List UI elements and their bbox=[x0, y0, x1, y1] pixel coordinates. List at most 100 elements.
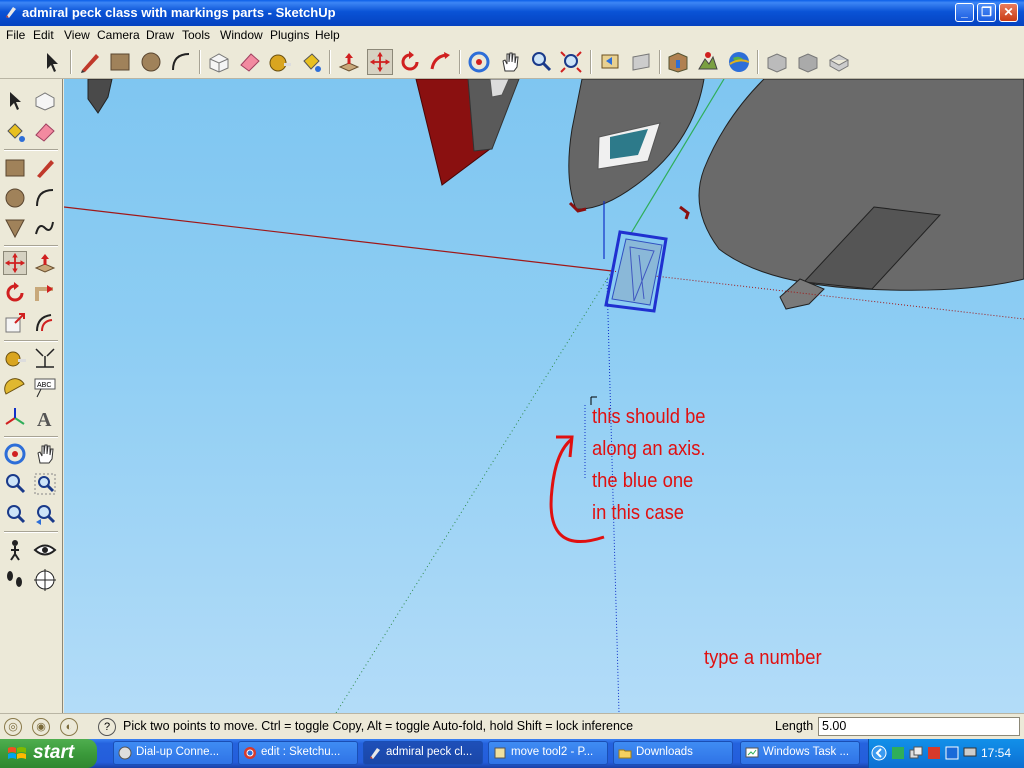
move-icon[interactable] bbox=[3, 251, 27, 275]
red-axis bbox=[64, 206, 613, 272]
offset-icon[interactable] bbox=[33, 311, 57, 335]
tray-security-icon[interactable] bbox=[927, 746, 941, 760]
task-task-manager[interactable]: Windows Task ... bbox=[740, 741, 860, 765]
menu-window[interactable]: Window bbox=[220, 28, 263, 42]
close-button[interactable]: ✕ bbox=[999, 3, 1018, 22]
menu-view[interactable]: View bbox=[64, 28, 90, 42]
task-label: admiral peck cl... bbox=[386, 746, 473, 758]
clock: 17:54 bbox=[981, 746, 1012, 760]
drawing-area[interactable]: this should be along an axis. the blue o… bbox=[64, 79, 1024, 713]
menu-tools[interactable]: Tools bbox=[182, 28, 210, 42]
eraser-icon[interactable] bbox=[33, 120, 57, 144]
selected-part[interactable] bbox=[611, 238, 663, 306]
toggle-terrain-icon[interactable] bbox=[695, 49, 721, 75]
annotation-line-4: in this case bbox=[592, 502, 685, 524]
menu-file[interactable]: File bbox=[6, 28, 25, 42]
tray-app-icon[interactable] bbox=[945, 746, 959, 760]
zoom-extents-icon[interactable] bbox=[558, 49, 584, 75]
make-component-icon[interactable] bbox=[33, 89, 57, 113]
position-camera-icon[interactable] bbox=[3, 538, 27, 562]
line-icon[interactable] bbox=[33, 156, 57, 180]
make-component-icon[interactable] bbox=[206, 49, 232, 75]
menu-draw[interactable]: Draw bbox=[146, 28, 174, 42]
sketchup-app-icon[interactable] bbox=[4, 5, 18, 19]
select-icon[interactable] bbox=[39, 49, 65, 75]
tray-monitor-icon[interactable] bbox=[963, 746, 977, 760]
pan-icon[interactable] bbox=[497, 49, 523, 75]
tray-expand-icon[interactable] bbox=[871, 745, 887, 761]
look-around-icon[interactable] bbox=[33, 538, 57, 562]
task-paint[interactable]: move tool2 - P... bbox=[488, 741, 608, 765]
arc-icon[interactable] bbox=[33, 186, 57, 210]
help-icon[interactable]: ? bbox=[98, 718, 116, 736]
select-icon[interactable] bbox=[3, 89, 27, 113]
google-earth-icon[interactable] bbox=[726, 49, 752, 75]
minimize-button[interactable]: _ bbox=[955, 3, 974, 22]
zoom-icon[interactable] bbox=[3, 472, 27, 496]
get-models-icon[interactable] bbox=[764, 49, 790, 75]
eraser-icon[interactable] bbox=[237, 49, 263, 75]
rectangle-icon[interactable] bbox=[3, 156, 27, 180]
tool-divider bbox=[4, 436, 58, 438]
orbit-icon[interactable] bbox=[3, 442, 27, 466]
walk-icon[interactable] bbox=[3, 568, 27, 592]
pencil-icon[interactable] bbox=[77, 49, 103, 75]
status-bar: ◎ ◉ ◐ ? Pick two points to move. Ctrl = … bbox=[0, 713, 1024, 739]
task-sketchup[interactable]: admiral peck cl... bbox=[363, 741, 483, 765]
polygon-icon[interactable] bbox=[3, 216, 27, 240]
menu-help[interactable]: Help bbox=[315, 28, 340, 42]
tape-measure-icon[interactable] bbox=[3, 346, 27, 370]
credits-icon[interactable]: ◉ bbox=[32, 718, 50, 736]
menu-edit[interactable]: Edit bbox=[33, 28, 54, 42]
scale-icon[interactable] bbox=[3, 311, 27, 335]
svg-text:ABC: ABC bbox=[37, 382, 51, 389]
annotation-text: this should be along an axis. the blue o… bbox=[592, 401, 706, 529]
next-view-icon[interactable] bbox=[628, 49, 654, 75]
share-model-icon[interactable] bbox=[795, 49, 821, 75]
task-dialup[interactable]: Dial-up Conne... bbox=[113, 741, 233, 765]
previous-view-icon[interactable] bbox=[597, 49, 623, 75]
zoom-icon[interactable] bbox=[528, 49, 554, 75]
push-pull-icon[interactable] bbox=[336, 49, 362, 75]
measurements-input[interactable]: 5.00 bbox=[818, 717, 1020, 736]
previous-view-icon[interactable] bbox=[33, 502, 57, 526]
geo-location-icon[interactable]: ◎ bbox=[4, 718, 22, 736]
maximize-button[interactable]: ❐ bbox=[977, 3, 996, 22]
circle-icon[interactable] bbox=[138, 49, 164, 75]
protractor-icon[interactable] bbox=[3, 376, 27, 400]
orbit-icon[interactable] bbox=[466, 49, 492, 75]
task-browser[interactable]: edit : Sketchu... bbox=[238, 741, 358, 765]
dimension-icon[interactable] bbox=[33, 346, 57, 370]
task-downloads[interactable]: Downloads bbox=[613, 741, 733, 765]
tray-network-icon[interactable] bbox=[909, 746, 923, 760]
move-icon[interactable] bbox=[367, 49, 393, 75]
axes-icon[interactable] bbox=[3, 406, 27, 430]
follow-me-icon[interactable] bbox=[33, 281, 57, 305]
menu-plugins[interactable]: Plugins bbox=[270, 28, 309, 42]
zoom-extents-icon[interactable] bbox=[3, 502, 27, 526]
push-pull-icon[interactable] bbox=[33, 251, 57, 275]
add-location-icon[interactable] bbox=[665, 49, 691, 75]
3d-text-icon[interactable]: A bbox=[33, 406, 57, 431]
tape-measure-icon[interactable] bbox=[267, 49, 293, 75]
rotate-icon[interactable] bbox=[3, 281, 27, 305]
start-button[interactable]: start bbox=[0, 739, 97, 768]
follow-me-icon[interactable] bbox=[428, 49, 454, 75]
user-icon[interactable]: ◐ bbox=[60, 718, 78, 736]
paint-bucket-icon[interactable] bbox=[298, 49, 324, 75]
paint-bucket-icon[interactable] bbox=[3, 120, 27, 144]
rotate-icon[interactable] bbox=[397, 49, 423, 75]
zoom-window-icon[interactable] bbox=[33, 472, 57, 496]
text-icon[interactable]: ABC bbox=[33, 376, 57, 400]
share-component-icon[interactable] bbox=[826, 49, 852, 75]
circle-icon[interactable] bbox=[3, 186, 27, 210]
menu-camera[interactable]: Camera bbox=[97, 28, 140, 42]
section-plane-icon[interactable] bbox=[33, 568, 57, 592]
arc-icon[interactable] bbox=[168, 49, 194, 75]
pan-icon[interactable] bbox=[33, 442, 57, 466]
rectangle-icon[interactable] bbox=[107, 49, 133, 75]
freehand-icon[interactable] bbox=[33, 216, 57, 240]
scene-part-fragment[interactable] bbox=[87, 79, 113, 114]
tray-grid-icon[interactable] bbox=[891, 746, 905, 760]
task-label: Windows Task ... bbox=[763, 746, 850, 758]
